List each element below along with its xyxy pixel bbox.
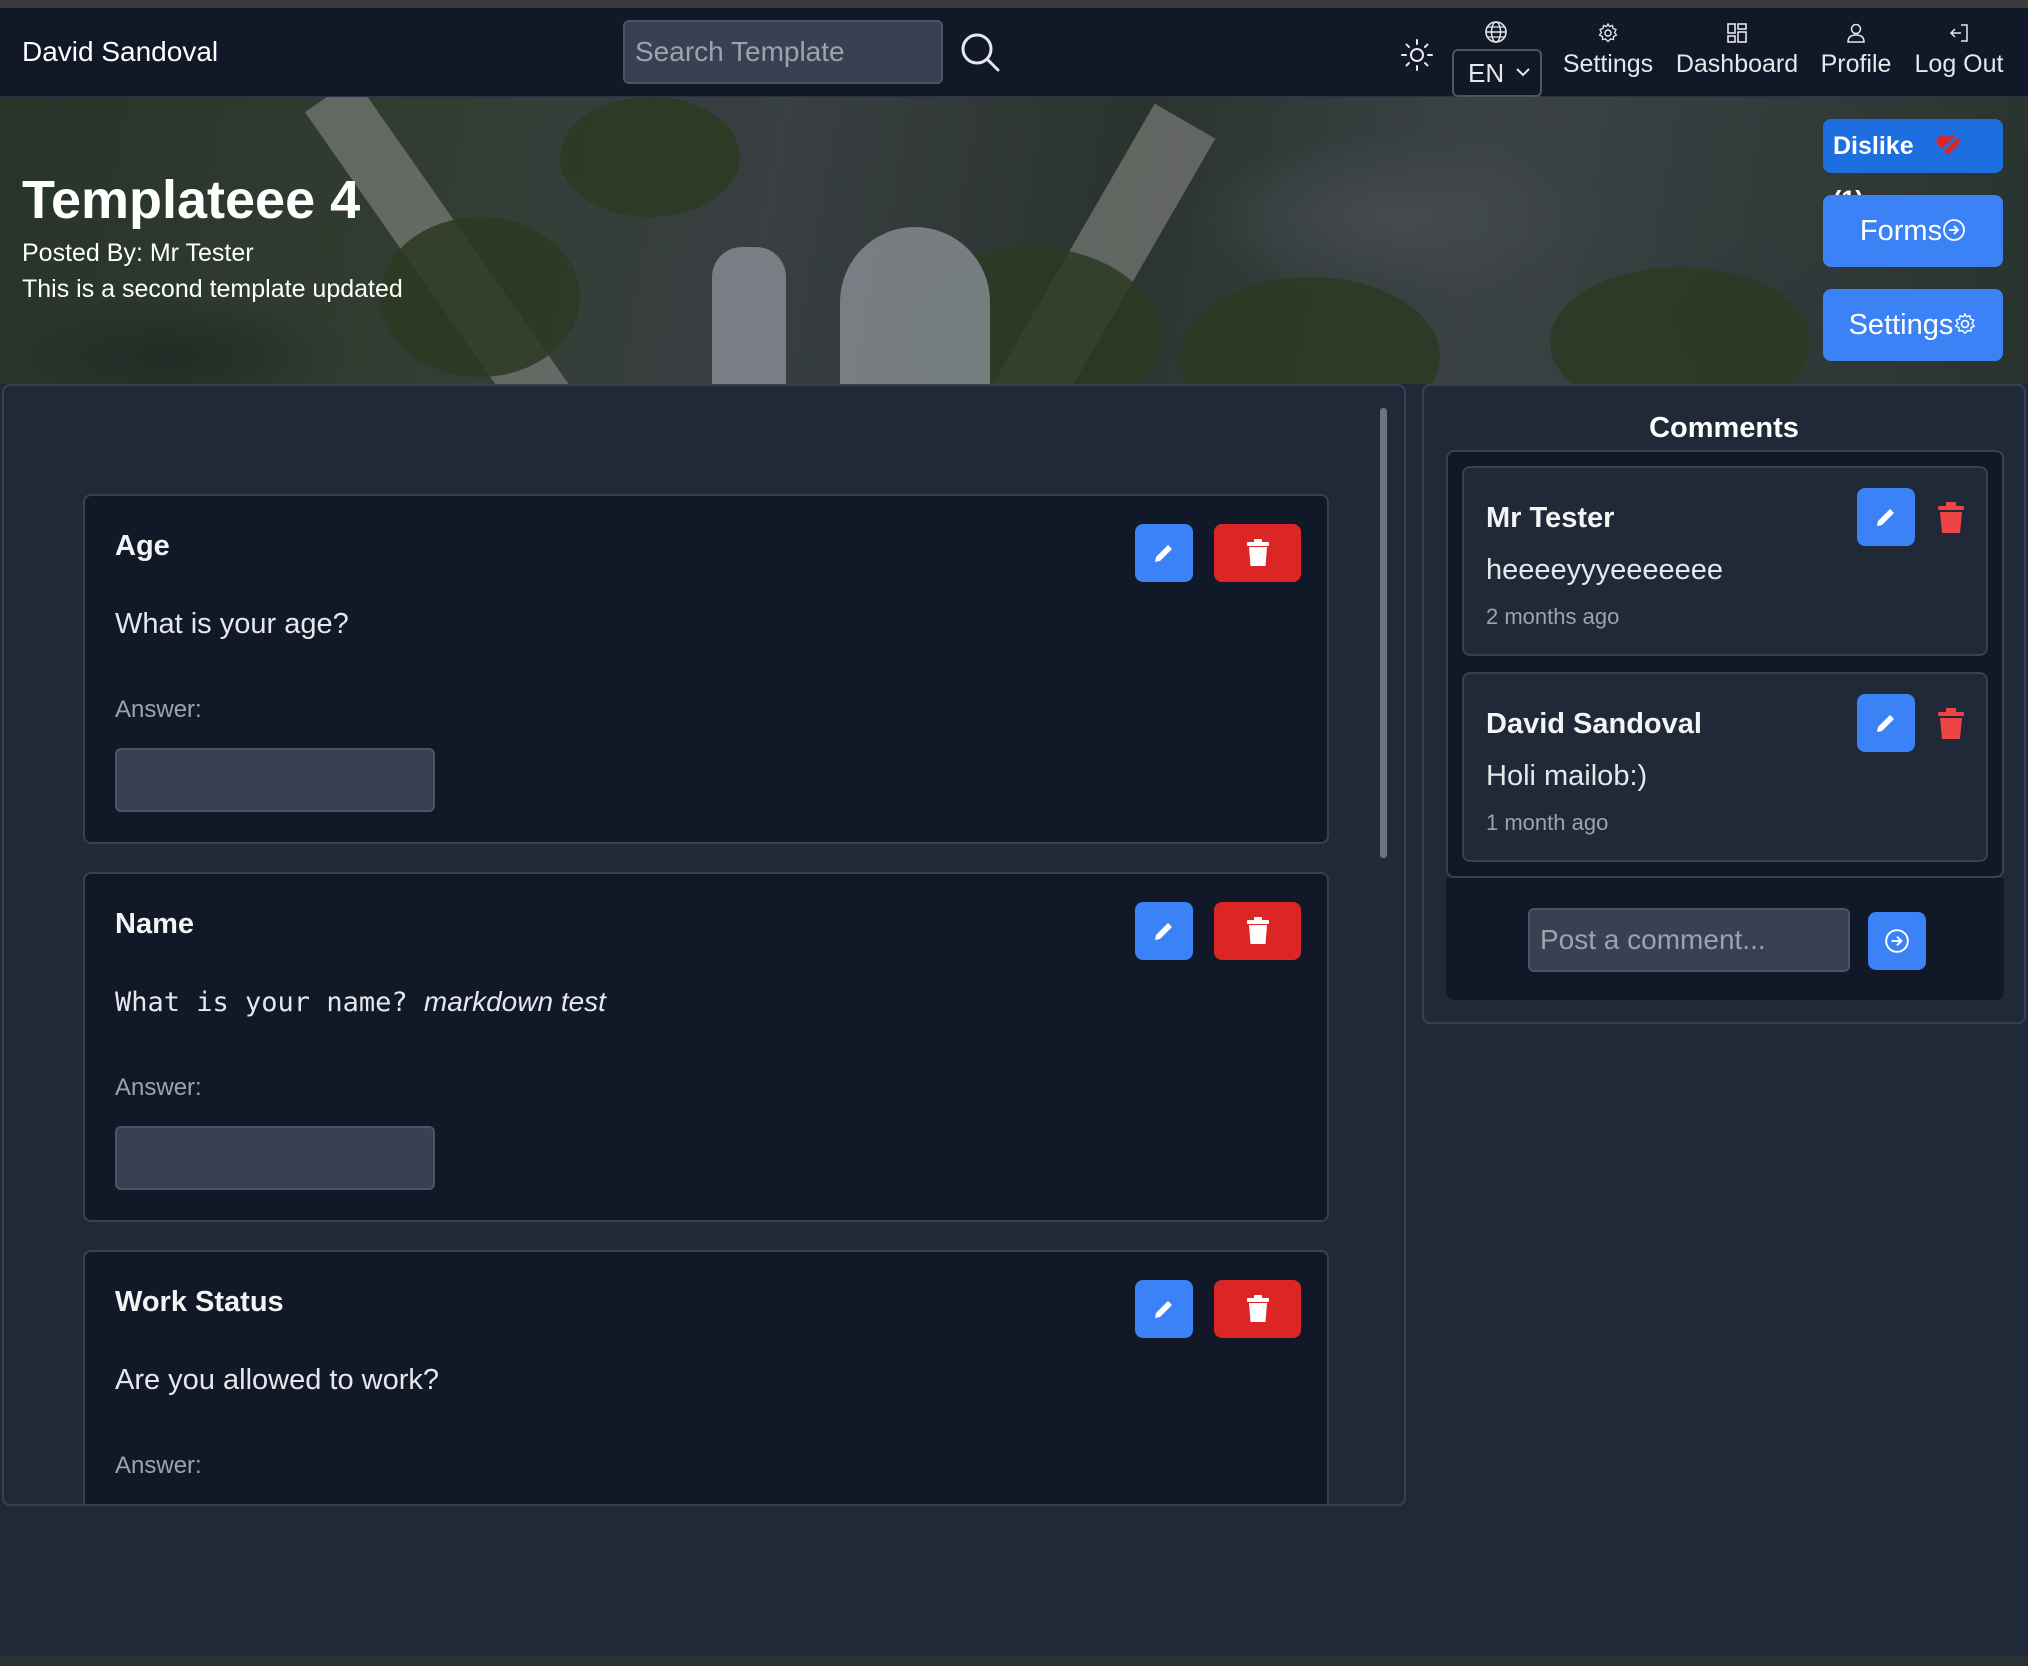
arrow-right-circle-icon [1885, 929, 1909, 953]
question-text: What is your name? markdown test [115, 986, 606, 1018]
answer-input[interactable] [115, 1504, 435, 1506]
comment-author: David Sandoval [1486, 708, 1702, 740]
template-settings-button[interactable]: Settings [1823, 289, 2003, 361]
answer-label: Answer: [115, 1452, 202, 1479]
answer-label: Answer: [115, 1074, 202, 1101]
sun-icon[interactable] [1400, 38, 1434, 72]
question-text: Are you allowed to work? [115, 1364, 439, 1396]
answer-label: Answer: [115, 696, 202, 723]
comment-input[interactable] [1528, 908, 1850, 972]
chevron-down-icon [1516, 68, 1530, 77]
language-select[interactable]: EN [1452, 49, 1542, 97]
answer-input[interactable] [115, 1126, 435, 1190]
forms-button[interactable]: Forms [1823, 195, 2003, 267]
gear-icon [1954, 312, 1976, 335]
delete-question-button[interactable] [1214, 902, 1301, 960]
pencil-icon [1155, 1301, 1172, 1318]
edit-question-button[interactable] [1135, 524, 1193, 582]
nav-dashboard-label: Dashboard [1675, 50, 1799, 78]
arrow-right-circle-icon [1943, 219, 1965, 242]
scrollbar[interactable] [1380, 408, 1387, 858]
nav-settings[interactable]: Settings [1562, 22, 1654, 92]
window-bottom-strip [0, 1656, 2028, 1666]
question-card: Name What is your name? markdown test An… [83, 872, 1329, 1222]
pencil-icon [1155, 545, 1172, 562]
nav-profile-label: Profile [1820, 50, 1892, 78]
comments-list: Mr Tester heeeeyyyeeeeeee 2 months ago D… [1446, 450, 2004, 878]
question-title: Age [115, 530, 170, 562]
hero-image-tree [560, 97, 740, 217]
edit-question-button[interactable] [1135, 1280, 1193, 1338]
answer-input[interactable] [115, 748, 435, 812]
user-name[interactable]: David Sandoval [22, 36, 218, 68]
user-icon [1847, 23, 1865, 43]
forms-label: Forms [1859, 215, 1943, 247]
comment-author: Mr Tester [1486, 502, 1615, 534]
comment-card: David Sandoval Holi mailob:) 1 month ago [1462, 672, 1988, 862]
template-settings-label: Settings [1848, 309, 1954, 341]
search-input[interactable] [623, 20, 943, 84]
pencil-icon [1877, 715, 1894, 732]
question-card: Age What is your age? Answer: [83, 494, 1329, 844]
question-text: What is your age? [115, 608, 349, 640]
comment-card: Mr Tester heeeeyyyeeeeeee 2 months ago [1462, 466, 1988, 656]
edit-comment-button[interactable] [1857, 488, 1915, 546]
question-text-emphasis: markdown test [423, 986, 606, 1017]
nav-logout-label: Log Out [1914, 50, 2004, 78]
template-hero-banner: Templateee 4 Posted By: Mr Tester This i… [0, 97, 2028, 384]
question-card: Work Status Are you allowed to work? Ans… [83, 1250, 1329, 1506]
template-title: Templateee 4 [22, 170, 361, 230]
hero-image-tree [1550, 267, 1810, 384]
pencil-icon [1877, 509, 1894, 526]
edit-question-button[interactable] [1135, 902, 1193, 960]
questions-panel: Age What is your age? Answer: Name What … [2, 384, 1406, 1506]
hero-image-tree [1180, 277, 1440, 384]
comment-time: 1 month ago [1486, 810, 1609, 835]
edit-comment-button[interactable] [1857, 694, 1915, 752]
hero-image-sculpture [840, 227, 990, 384]
comment-form [1446, 878, 2004, 1000]
comment-time: 2 months ago [1486, 604, 1620, 629]
trash-icon[interactable] [1936, 708, 1966, 740]
delete-question-button[interactable] [1214, 524, 1301, 582]
trash-icon[interactable] [1936, 502, 1966, 534]
broken-heart-icon [1936, 135, 1959, 156]
trash-icon [1246, 539, 1269, 566]
dislike-button[interactable]: Dislike (1) [1823, 119, 2003, 214]
globe-icon [1485, 21, 1507, 43]
comment-text: heeeeyyyeeeeeee [1486, 554, 1724, 586]
window-top-strip [0, 0, 2028, 8]
trash-icon [1246, 917, 1269, 944]
nav-dashboard[interactable]: Dashboard [1674, 22, 1800, 92]
nav-profile[interactable]: Profile [1818, 22, 1894, 92]
question-title: Work Status [115, 1286, 284, 1318]
trash-icon [1246, 1295, 1269, 1322]
question-title: Name [115, 908, 194, 940]
dislike-label: Dislike [1833, 132, 1914, 160]
template-description: This is a second template updated [22, 275, 403, 303]
language-selector: EN [1452, 16, 1542, 98]
delete-question-button[interactable] [1214, 1280, 1301, 1338]
post-comment-button[interactable] [1868, 912, 1926, 970]
navbar: David Sandoval EN Settings Dashboard Pro… [0, 8, 2028, 97]
comments-panel: Comments Mr Tester heeeeyyyeeeeeee 2 mon… [1422, 384, 2026, 1024]
template-author: Posted By: Mr Tester [22, 239, 254, 267]
nav-settings-label: Settings [1562, 50, 1654, 78]
hero-image-tree [380, 217, 580, 377]
language-value: EN [1468, 58, 1505, 88]
logout-icon [1949, 24, 1968, 42]
question-text-main: What is your name? [115, 987, 408, 1018]
pencil-icon [1155, 923, 1172, 940]
dashboard-icon [1727, 23, 1747, 43]
gear-icon [1598, 22, 1618, 43]
comment-text: Holi mailob:) [1486, 760, 1648, 792]
hero-image-sculpture [712, 247, 786, 384]
search-icon[interactable] [958, 30, 1002, 74]
nav-logout[interactable]: Log Out [1912, 22, 2006, 92]
comments-title: Comments [1649, 412, 1799, 444]
